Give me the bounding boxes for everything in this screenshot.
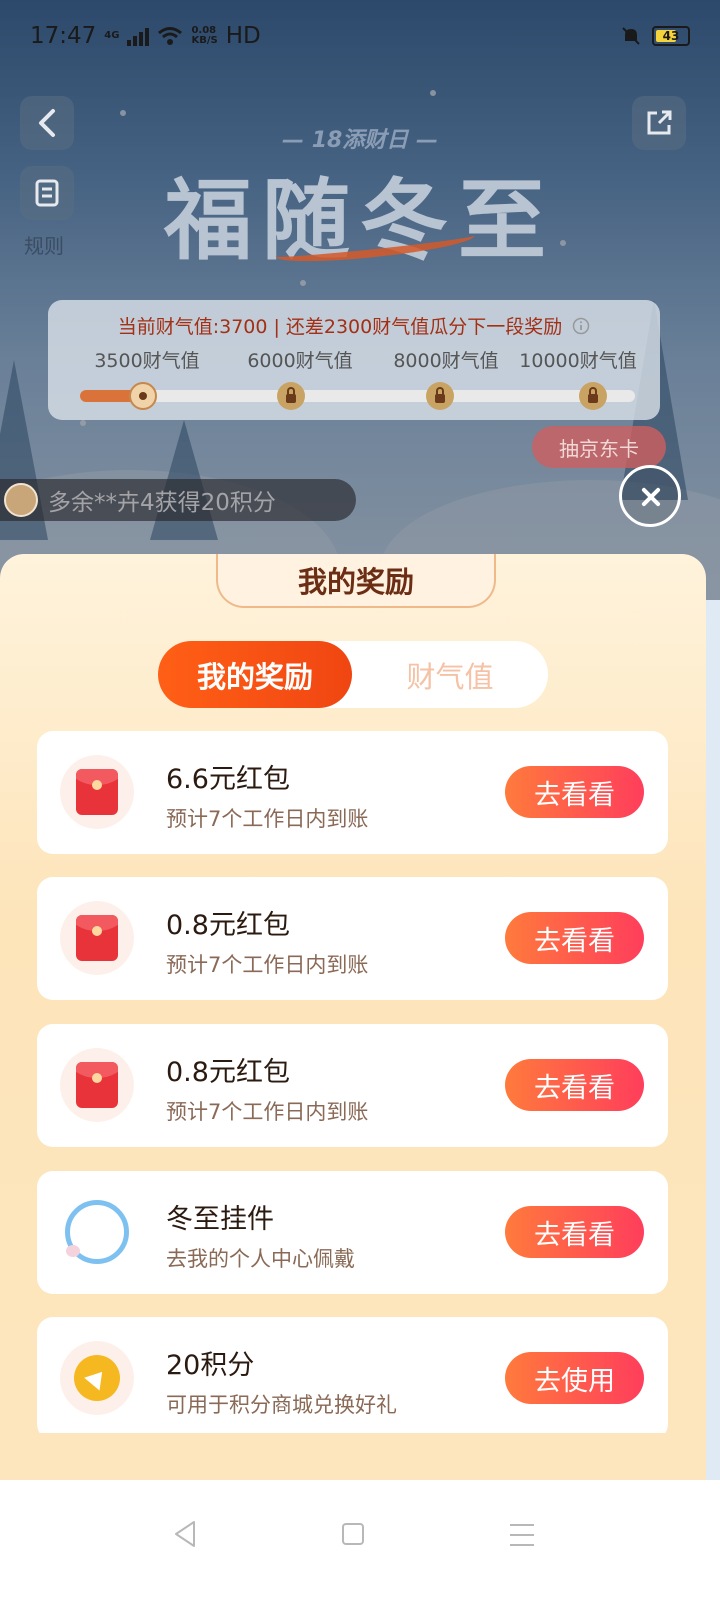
close-icon[interactable] [619, 465, 681, 527]
view-button[interactable]: 去看看 [505, 912, 644, 964]
reward-subtitle: 预计7个工作日内到账 [166, 807, 369, 831]
signal-icon [127, 26, 150, 46]
reward-card: 20积分 可用于积分商城兑换好礼 去使用 [37, 1317, 668, 1433]
tab-my-rewards[interactable]: 我的奖励 [158, 641, 352, 708]
draw-jd-card-button[interactable]: 抽京东卡 [532, 426, 666, 468]
info-icon[interactable] [572, 317, 590, 335]
network-type: 4G [104, 30, 120, 41]
status-time: 17:47 [30, 23, 97, 49]
milestone-label: 8000财气值 [393, 350, 499, 372]
progress-summary: 当前财气值:3700 | 还差2300财气值瓜分下一段奖励 [48, 312, 660, 339]
nav-back-icon[interactable] [172, 1520, 198, 1548]
view-button[interactable]: 去看看 [505, 1206, 644, 1258]
reward-card: 0.8元红包 预计7个工作日内到账 去看看 [37, 877, 668, 1000]
tab-fortune-value[interactable]: 财气值 [352, 641, 548, 708]
network-speed: 0.08 KB/S [191, 25, 218, 46]
lock-icon [426, 382, 454, 410]
reward-subtitle: 预计7个工作日内到账 [166, 953, 369, 977]
reward-subtitle: 可用于积分商城兑换好礼 [166, 1393, 397, 1417]
mute-bell-icon [622, 27, 640, 45]
progress-panel: 当前财气值:3700 | 还差2300财气值瓜分下一段奖励 3500财气值 6000… [48, 300, 660, 420]
reward-card: 6.6元红包 预计7个工作日内到账 去看看 [37, 731, 668, 854]
remaining-text: 还差2300财气值瓜分下一段奖励 [285, 316, 563, 338]
points-coin-icon [60, 1341, 134, 1415]
milestone-label: 3500财气值 [94, 350, 200, 372]
reward-title: 0.8元红包 [166, 1057, 290, 1088]
milestone-node-unlocked [129, 382, 157, 410]
reward-card: 冬至挂件 去我的个人中心佩戴 去看看 [37, 1171, 668, 1294]
view-button[interactable]: 去看看 [505, 766, 644, 818]
progress-track [80, 390, 635, 402]
avatar-frame-icon [60, 1195, 134, 1269]
lock-icon [277, 382, 305, 410]
nav-menu-icon[interactable] [510, 1524, 534, 1546]
ticker-text: 多余**卉4获得20积分 [48, 490, 276, 516]
sheet-title: 我的奖励 [216, 554, 496, 608]
tab-switcher: 我的奖励 财气值 [158, 641, 548, 708]
red-envelope-icon [60, 755, 134, 829]
milestone-label: 6000财气值 [247, 350, 353, 372]
reward-title: 6.6元红包 [166, 764, 290, 795]
rewards-list[interactable]: 6.6元红包 预计7个工作日内到账 去看看 0.8元红包 预计7个工作日内到账 … [37, 731, 668, 1433]
use-button[interactable]: 去使用 [505, 1352, 644, 1404]
hd-badge: HD [225, 23, 261, 49]
reward-subtitle: 预计7个工作日内到账 [166, 1100, 369, 1124]
current-value-text: 当前财气值:3700 [117, 316, 268, 338]
nav-home-icon[interactable] [342, 1523, 364, 1545]
view-button[interactable]: 去看看 [505, 1059, 644, 1111]
avatar [4, 483, 38, 517]
status-bar: 17:47 4G 0.08 KB/S HD 43 [0, 0, 720, 72]
reward-title: 20积分 [166, 1350, 255, 1381]
milestone-label: 10000财气值 [519, 350, 637, 372]
battery-icon: 43 [652, 26, 690, 46]
red-envelope-icon [60, 1048, 134, 1122]
winner-ticker: 多余**卉4获得20积分 [0, 479, 356, 521]
wifi-icon [158, 27, 183, 45]
reward-card: 0.8元红包 预计7个工作日内到账 去看看 [37, 1024, 668, 1147]
red-envelope-icon [60, 901, 134, 975]
reward-title: 0.8元红包 [166, 910, 290, 941]
lock-icon [579, 382, 607, 410]
reward-title: 冬至挂件 [166, 1204, 274, 1235]
reward-subtitle: 去我的个人中心佩戴 [166, 1247, 355, 1271]
system-nav-bar [0, 1480, 720, 1600]
